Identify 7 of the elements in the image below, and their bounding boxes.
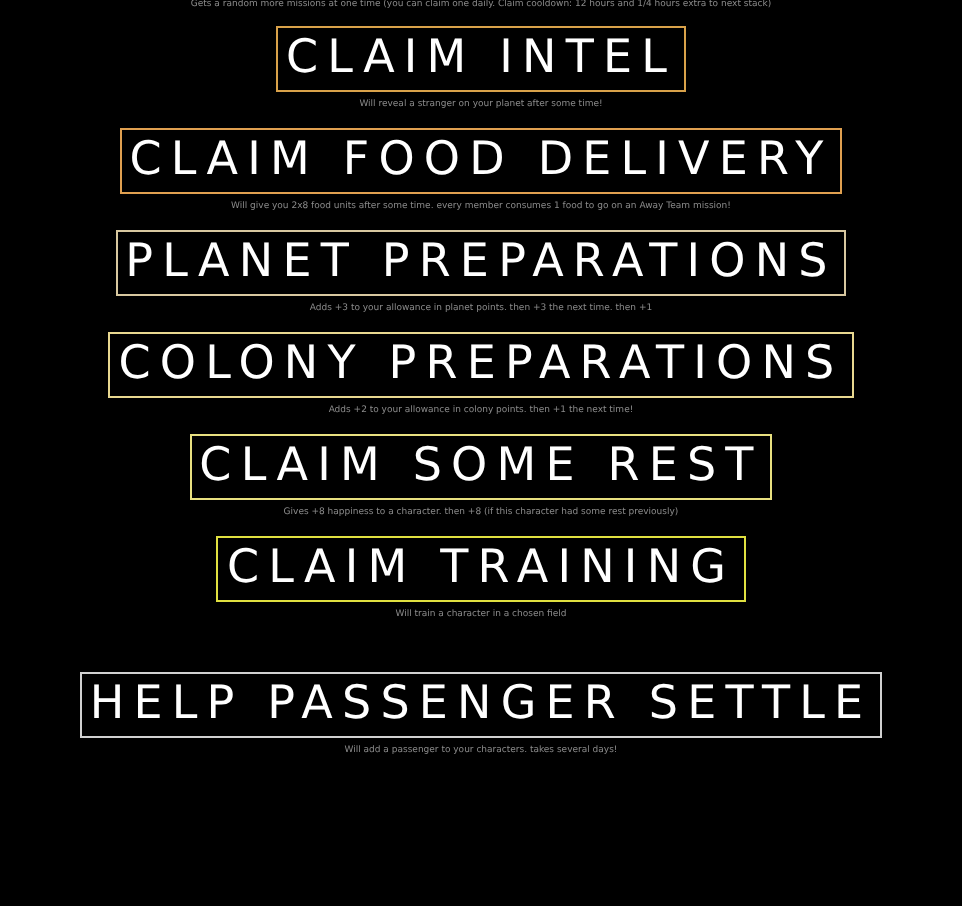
- action-button[interactable]: CLAIM FOOD DELIVERY: [119, 128, 843, 194]
- action-button[interactable]: PLANET PREPARATIONS: [115, 230, 847, 296]
- action-button[interactable]: CLAIM TRAINING: [216, 536, 746, 602]
- action-button[interactable]: HELP PASSENGER SETTLE: [79, 672, 883, 738]
- action-button[interactable]: CLAIM SOME REST: [189, 434, 773, 500]
- action-button[interactable]: CLAIM INTEL: [275, 26, 687, 92]
- action-button[interactable]: COLONY PREPARATIONS: [108, 332, 854, 398]
